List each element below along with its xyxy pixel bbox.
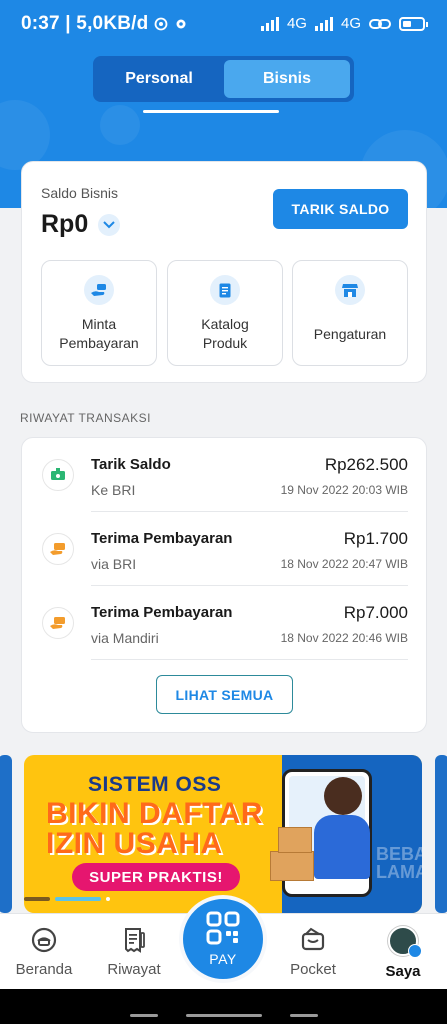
tab-indicator [143, 110, 279, 113]
status-time-speed: 0:37 | 5,0KB/d [21, 13, 149, 34]
back-button[interactable] [290, 1014, 318, 1017]
banner-pill: SUPER PRAKTIS! [72, 863, 240, 891]
recents-button[interactable] [130, 1014, 158, 1017]
receive-payment-icon [42, 533, 74, 565]
tab-bisnis[interactable]: Bisnis [224, 60, 350, 98]
tab-personal[interactable]: Personal [97, 60, 221, 98]
person-illustration [314, 815, 370, 879]
banner-prev-peek[interactable] [0, 755, 12, 913]
transaction-title: Terima Pembayaran [91, 604, 233, 621]
pay-label: PAY [209, 951, 237, 967]
nav-saya[interactable]: Saya [363, 926, 443, 980]
money-hand-icon [84, 275, 114, 305]
see-all-button[interactable]: LIHAT SEMUA [156, 675, 293, 714]
nav-label: Riwayat [107, 961, 161, 978]
promo-banner[interactable]: SISTEM OSS BIKIN DAFTAR IZIN USAHA SUPER… [24, 755, 422, 913]
document-icon [210, 275, 240, 305]
nav-label: Beranda [15, 961, 73, 978]
pay-button[interactable]: PAY [179, 895, 267, 983]
nav-riwayat[interactable]: Riwayat [94, 926, 174, 978]
verified-badge-icon [408, 944, 422, 958]
nav-beranda[interactable]: Beranda [4, 926, 84, 978]
battery-icon [399, 16, 428, 31]
transaction-amount: Rp1.700 [343, 529, 408, 548]
package-illustration [278, 827, 312, 853]
saldo-value-row[interactable]: Rp0 [41, 210, 121, 239]
qr-code-icon [206, 911, 240, 945]
withdraw-icon [42, 459, 74, 491]
home-button[interactable] [186, 1014, 262, 1017]
transaction-title: Tarik Saldo [91, 456, 171, 473]
divider [91, 659, 408, 660]
saldo-card: Saldo Bisnis Rp0 TARIK SALDO Minta Pemba… [21, 161, 427, 383]
transaction-row[interactable]: Terima Pembayaran via BRI Rp1.700 18 Nov… [22, 512, 428, 586]
avatar-icon [388, 926, 422, 958]
network-type-2: 4G [340, 15, 361, 32]
banner-line3: IZIN USAHA [46, 827, 223, 860]
nav-label: Pocket [290, 961, 336, 978]
store-icon [335, 275, 365, 305]
settings-icon [176, 19, 186, 29]
transaction-row[interactable]: Tarik Saldo Ke BRI Rp262.500 19 Nov 2022… [22, 438, 428, 512]
transaction-title: Terima Pembayaran [91, 530, 233, 547]
person-head-illustration [324, 777, 362, 815]
saldo-value: Rp0 [41, 210, 89, 238]
banner-line2: BIKIN DAFTAR [46, 797, 264, 830]
nav-pocket[interactable]: Pocket [273, 926, 353, 978]
transaction-date: 19 Nov 2022 20:03 WIB [280, 483, 408, 497]
banner-line1: SISTEM OSS [88, 773, 222, 796]
transaction-subtitle: Ke BRI [91, 482, 136, 498]
chevron-down-icon[interactable] [98, 213, 121, 236]
transaction-subtitle: via Mandiri [91, 630, 159, 646]
transaction-date: 18 Nov 2022 20:46 WIB [280, 631, 408, 645]
transaction-row[interactable]: Terima Pembayaran via Mandiri Rp7.000 18… [22, 586, 428, 660]
transaction-date: 18 Nov 2022 20:47 WIB [280, 557, 408, 571]
menu-katalog-produk[interactable]: Katalog Produk [167, 260, 283, 366]
network-type: 4G [286, 15, 307, 32]
menu-label: Pengaturan [313, 326, 387, 342]
wallet-icon [301, 927, 325, 951]
vpn-icon [155, 17, 168, 31]
account-switcher: Personal Bisnis [93, 56, 354, 102]
signal-icon-2 [314, 16, 333, 31]
transaction-amount: Rp262.500 [324, 455, 408, 474]
transaction-amount: Rp7.000 [343, 603, 408, 622]
menu-minta-pembayaran[interactable]: Minta Pembayaran [41, 260, 157, 366]
system-navigation-bar [0, 989, 447, 1024]
package-illustration [270, 851, 314, 881]
status-bar: 0:37 | 5,0KB/d 4G 4G [0, 0, 447, 52]
saldo-label: Saldo Bisnis [41, 185, 119, 201]
signal-icon [260, 16, 279, 31]
banner-next-peek[interactable] [435, 755, 447, 913]
banner-watermark: BEBAS LAMA [376, 844, 422, 882]
transaction-subtitle: via BRI [91, 556, 137, 572]
menu-label: Katalog Produk [201, 316, 249, 351]
menu-pengaturan[interactable]: Pengaturan [292, 260, 408, 366]
home-chat-icon [31, 927, 57, 953]
menu-label: Minta Pembayaran [59, 316, 139, 351]
nav-label: Saya [385, 963, 421, 980]
tarik-saldo-button[interactable]: TARIK SALDO [273, 189, 408, 229]
link-icon [369, 18, 391, 29]
carousel-indicator [24, 897, 110, 901]
receipt-icon [125, 928, 145, 953]
transaction-history-card: Tarik Saldo Ke BRI Rp262.500 19 Nov 2022… [21, 437, 427, 733]
receive-payment-icon [42, 607, 74, 639]
section-title-riwayat: RIWAYAT TRANSAKSI [20, 411, 151, 425]
